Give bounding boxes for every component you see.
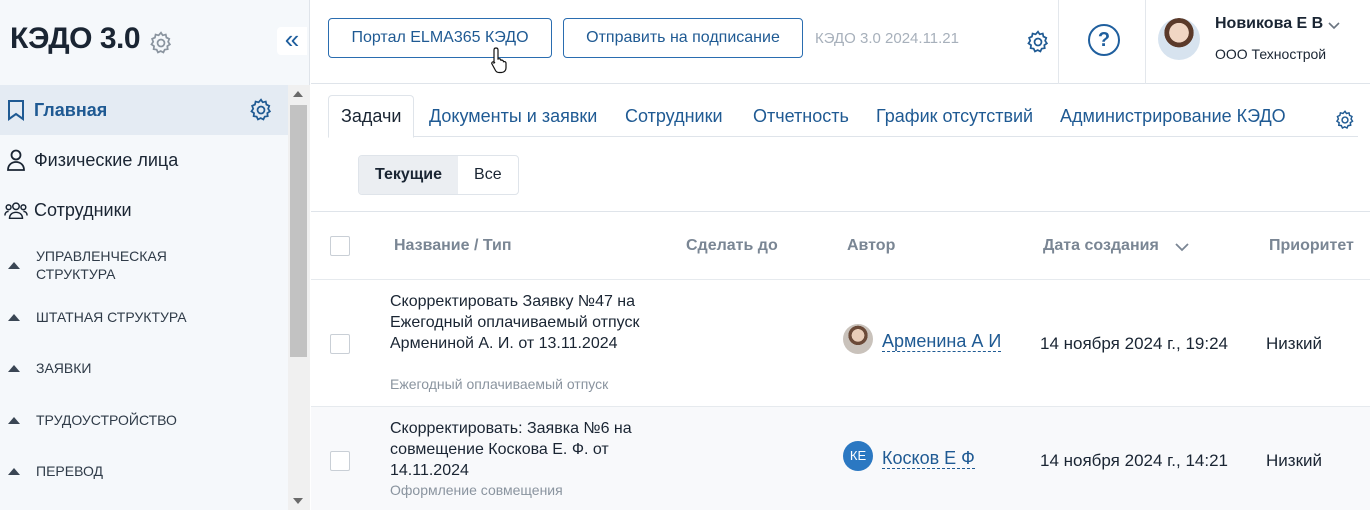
settings-gear-icon[interactable] — [148, 30, 174, 56]
divider — [1058, 0, 1059, 84]
column-header-name[interactable]: Название / Тип — [394, 237, 512, 255]
user-organization: ООО Технострой — [1215, 46, 1327, 62]
chevron-down-icon[interactable] — [1327, 18, 1341, 32]
expand-triangle-icon — [8, 467, 20, 475]
sidebar-item-individuals[interactable]: Физические лица — [0, 135, 288, 185]
user-avatar[interactable] — [1158, 18, 1200, 60]
tab-reports[interactable]: Отчетность — [741, 95, 861, 137]
row-checkbox[interactable] — [330, 451, 350, 471]
top-header: Портал ELMA365 КЭДО Отправить на подписа… — [311, 0, 1370, 84]
collapse-sidebar-button[interactable]: « — [277, 26, 307, 55]
scroll-up-arrow-icon[interactable] — [293, 91, 303, 97]
column-header-priority[interactable]: Приоритет — [1269, 237, 1354, 255]
sidebar-group-requests[interactable]: Заявки — [0, 341, 288, 395]
sidebar-nav: Главная Физические лица Сотрудники Управ… — [0, 85, 288, 497]
tab-employees[interactable]: Сотрудники — [613, 95, 735, 137]
sidebar-group-hiring[interactable]: Трудоустройство — [0, 395, 288, 445]
sidebar-item-employees[interactable]: Сотрудники — [0, 185, 288, 235]
divider — [311, 211, 1370, 212]
author-link[interactable]: Косков Е Ф — [882, 448, 975, 469]
user-name[interactable]: Новикова Е В — [1215, 15, 1323, 33]
select-all-checkbox[interactable] — [330, 236, 350, 256]
sidebar: КЭДО 3.0 « Главная Физические лица Сотру… — [0, 0, 310, 510]
column-header-author[interactable]: Автор — [847, 237, 895, 255]
sidebar-group-transfer[interactable]: Перевод — [0, 445, 288, 497]
sidebar-group-label: Штатная структура — [36, 309, 187, 325]
task-filter-toggle: Текущие Все — [358, 155, 519, 195]
sidebar-item-label: Главная — [34, 99, 108, 120]
sidebar-group-label: Заявки — [36, 360, 92, 376]
author-avatar — [843, 324, 873, 354]
sidebar-item-label: Физические лица — [34, 149, 179, 170]
task-title[interactable]: Скорректировать Заявку №47 на Ежегодный … — [390, 291, 650, 354]
task-type: Ежегодный оплачиваемый отпуск — [390, 376, 609, 392]
filter-all-button[interactable]: Все — [458, 156, 518, 194]
filter-current-button[interactable]: Текущие — [359, 156, 459, 194]
expand-triangle-icon — [8, 313, 20, 321]
sidebar-group-label: Управленческая структура — [36, 248, 167, 282]
expand-triangle-icon — [8, 364, 20, 372]
sidebar-group-staff-structure[interactable]: Штатная структура — [0, 293, 288, 341]
bookmark-icon — [4, 98, 28, 122]
scroll-thumb[interactable] — [290, 105, 307, 357]
tab-tasks[interactable]: Задачи — [328, 95, 415, 138]
author-link[interactable]: Арменина А И — [882, 331, 1002, 352]
sidebar-group-label: Перевод — [36, 463, 104, 479]
version-label: КЭДО 3.0 2024.11.21 — [815, 30, 959, 47]
column-header-due[interactable]: Сделать до — [686, 237, 778, 255]
task-title[interactable]: Скорректировать: Заявка №6 на совмещение… — [390, 418, 650, 481]
priority-value: Низкий — [1266, 334, 1322, 353]
column-header-created[interactable]: Дата создания — [1043, 237, 1159, 255]
people-icon — [4, 198, 28, 222]
expand-triangle-icon — [8, 416, 20, 424]
sidebar-group-label: Трудоустройство — [36, 412, 177, 428]
sort-chevron-down-icon[interactable] — [1174, 240, 1190, 254]
hand-cursor-icon — [491, 47, 507, 74]
divider — [1145, 0, 1146, 84]
sidebar-item-label: Сотрудники — [34, 199, 132, 220]
tab-absence-schedule[interactable]: График отсутствий — [864, 95, 1045, 137]
main-tabs: Задачи Документы и заявки Сотрудники Отч… — [328, 95, 1358, 138]
created-date: 14 ноября 2024 г., 14:21 — [1040, 451, 1228, 470]
gear-icon[interactable] — [1025, 29, 1051, 55]
person-icon — [4, 148, 28, 172]
sidebar-item-home[interactable]: Главная — [0, 85, 288, 135]
scroll-down-arrow-icon[interactable] — [293, 498, 303, 504]
row-checkbox[interactable] — [330, 334, 350, 354]
tab-documents[interactable]: Документы и заявки — [417, 95, 609, 137]
gear-icon[interactable] — [1334, 109, 1356, 131]
send-for-signing-button[interactable]: Отправить на подписание — [563, 18, 803, 58]
task-type: Оформление совмещения — [390, 482, 563, 498]
sidebar-group-management-structure[interactable]: Управленческая структура — [0, 235, 288, 293]
created-date: 14 ноября 2024 г., 19:24 — [1040, 334, 1228, 353]
help-icon[interactable]: ? — [1088, 24, 1120, 56]
author-avatar: КЕ — [843, 441, 873, 471]
expand-triangle-icon — [8, 261, 20, 269]
tab-administration[interactable]: Администрирование КЭДО — [1048, 95, 1298, 137]
gear-icon[interactable] — [248, 97, 274, 123]
portal-button[interactable]: Портал ELMA365 КЭДО — [328, 18, 552, 58]
app-title: КЭДО 3.0 — [10, 22, 141, 55]
sidebar-scrollbar[interactable] — [288, 85, 310, 510]
priority-value: Низкий — [1266, 451, 1322, 470]
